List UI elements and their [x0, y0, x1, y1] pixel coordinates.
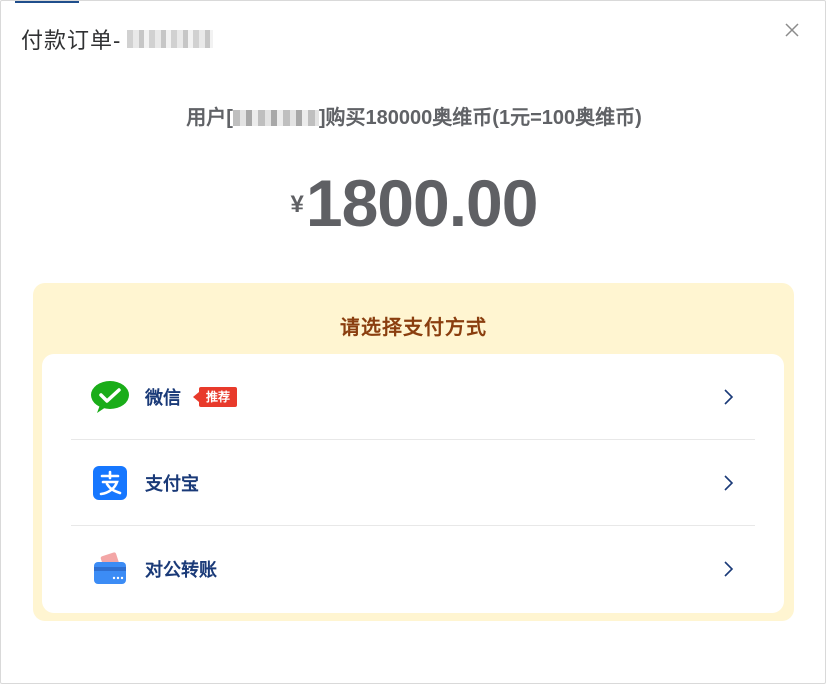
close-button[interactable] — [781, 19, 803, 41]
close-icon — [785, 23, 799, 37]
order-number-masked: ███████ — [127, 30, 214, 48]
payment-dialog: 付款订单- ███████ 用户[██████]购买180000奥维币(1元=1… — [0, 0, 826, 684]
currency-symbol: ¥ — [290, 191, 304, 218]
purchase-prefix: 用户[ — [186, 107, 233, 129]
payment-method-list: 微信 推荐 支付宝 对公转账 — [42, 354, 784, 613]
username-masked: ██████ — [232, 110, 319, 126]
chevron-right-icon — [724, 561, 734, 577]
payment-option-label: 支付宝 — [145, 473, 199, 494]
payment-method-panel: 请选择支付方式 微信 推荐 支付宝 对公转账 — [33, 283, 794, 621]
recommend-badge: 推荐 — [192, 386, 238, 407]
dialog-header: 付款订单- ███████ — [21, 23, 214, 55]
top-accent-bar — [15, 1, 79, 3]
chevron-right-icon — [724, 475, 734, 491]
payment-option-wechat[interactable]: 微信 推荐 — [71, 354, 755, 440]
payment-option-label: 微信 — [145, 387, 181, 408]
payment-option-alipay[interactable]: 支付宝 — [71, 440, 755, 526]
payment-option-bank-transfer[interactable]: 对公转账 — [71, 526, 755, 612]
bank-card-icon — [89, 548, 131, 590]
purchase-description: 用户[██████]购买180000奥维币(1元=100奥维币) — [1, 101, 826, 130]
dialog-title: 付款订单- — [21, 28, 122, 53]
purchase-suffix: ]购买180000奥维币(1元=100奥维币) — [318, 107, 642, 129]
price-amount: 1800.00 — [305, 166, 539, 240]
payment-method-title: 请选择支付方式 — [340, 317, 487, 339]
alipay-icon — [89, 462, 131, 504]
payment-option-label: 对公转账 — [145, 560, 217, 580]
chevron-right-icon — [724, 389, 734, 405]
price-display: ¥1800.00 — [1, 165, 826, 241]
wechat-icon — [89, 376, 131, 418]
